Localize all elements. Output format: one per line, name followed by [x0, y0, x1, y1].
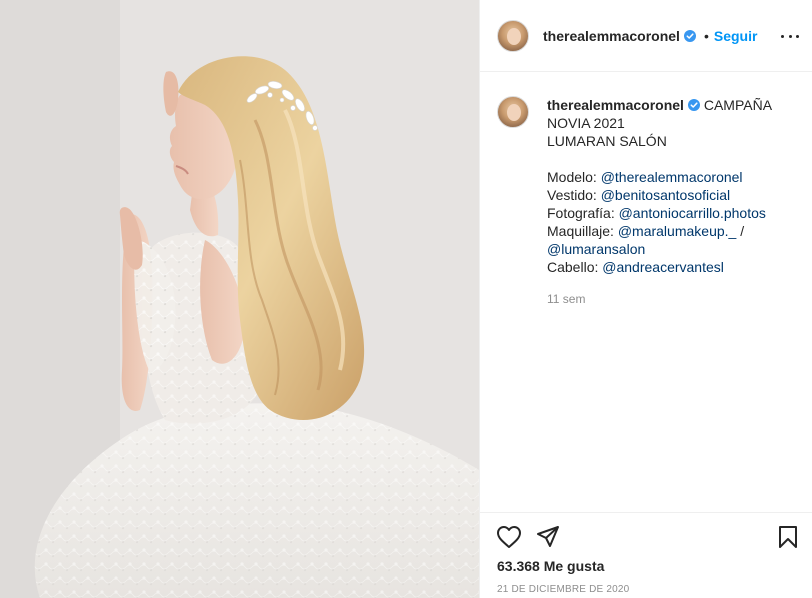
actions-bar: 63.368 Me gusta 21 DE DICIEMBRE DE 2020 — [480, 512, 812, 598]
mention-link[interactable]: @andreacervantesl — [602, 259, 724, 275]
more-options-icon[interactable] — [781, 28, 799, 44]
caption-row: therealemmacoronel CAMPAÑA NOVIA 2021 LU… — [497, 96, 797, 308]
post-date[interactable]: 21 DE DICIEMBRE DE 2020 — [497, 584, 629, 595]
verified-badge-icon — [683, 29, 696, 42]
credit-line: Vestido: @benitosantosoficial — [547, 186, 797, 204]
mention-link[interactable]: @therealemmacoronel — [601, 169, 743, 185]
mention-link[interactable]: @maralumakeup._ — [618, 223, 737, 239]
header-username[interactable]: therealemmacoronel — [543, 28, 680, 44]
post-header: therealemmacoronel • Seguir — [480, 0, 812, 72]
credit-line: Maquillaje: @maralumakeup._ / — [547, 222, 797, 240]
mention-link[interactable]: @antoniocarrillo.photos — [619, 205, 766, 221]
credit-label: Maquillaje: — [547, 223, 614, 239]
likes-count[interactable]: 63.368 Me gusta — [497, 558, 604, 574]
credit-line: Fotografía: @antoniocarrillo.photos — [547, 204, 797, 222]
caption-title-line3: LUMARAN SALÓN — [547, 133, 667, 149]
bride-illustration — [0, 0, 479, 598]
caption-username[interactable]: therealemmacoronel — [547, 97, 684, 113]
mention-link[interactable]: @lumaransalon — [547, 241, 645, 257]
credit-line: @lumaransalon — [547, 240, 797, 258]
credit-suffix: / — [736, 223, 745, 239]
post-photo[interactable] — [0, 0, 479, 598]
caption-area: therealemmacoronel CAMPAÑA NOVIA 2021 LU… — [480, 72, 812, 512]
avatar[interactable] — [497, 19, 529, 52]
caption-title-line1: CAMPAÑA — [703, 97, 773, 113]
bookmark-icon[interactable] — [778, 525, 798, 549]
caption-time[interactable]: 11 sem — [547, 290, 797, 308]
mention-link[interactable]: @benitosantosoficial — [601, 187, 730, 203]
credit-line: Modelo: @therealemmacoronel — [547, 168, 797, 186]
credit-label: Vestido: — [547, 187, 597, 203]
paper-plane-icon[interactable] — [536, 525, 560, 549]
credit-line: Cabello: @andreacervantesl — [547, 258, 797, 276]
follow-button[interactable]: Seguir — [714, 28, 758, 44]
caption-avatar[interactable] — [497, 96, 529, 128]
verified-badge-icon — [687, 99, 700, 111]
caption-text: therealemmacoronel CAMPAÑA NOVIA 2021 LU… — [547, 96, 797, 308]
caption-title-line2: NOVIA 2021 — [547, 115, 625, 131]
credit-label: Cabello: — [547, 259, 599, 275]
heart-icon[interactable] — [496, 525, 522, 549]
post-side-panel: therealemmacoronel • Seguir therealemmac… — [479, 0, 812, 598]
credit-label: Fotografía: — [547, 205, 615, 221]
header-separator: • — [703, 27, 709, 44]
credit-label: Modelo: — [547, 169, 597, 185]
